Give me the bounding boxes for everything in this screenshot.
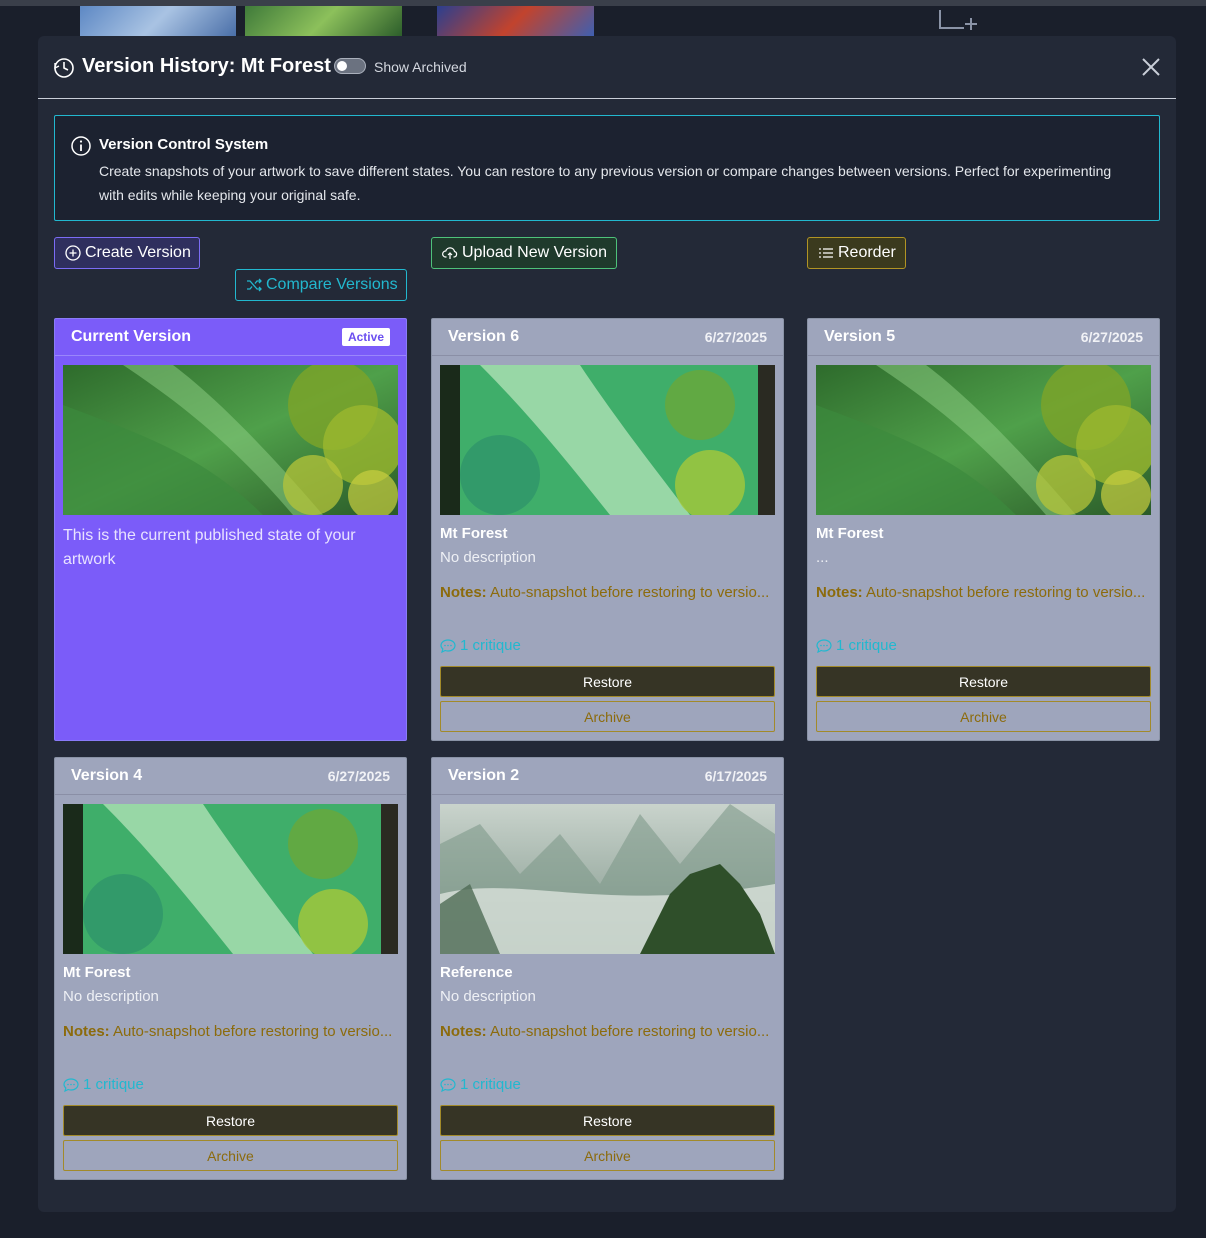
- version-card: Version 2 6/17/2025 Reference No descrip…: [431, 757, 784, 1180]
- version-card: Version 6 6/27/2025 Mt Forest No descrip…: [431, 318, 784, 741]
- version-name: Mt Forest: [63, 964, 131, 981]
- notes-text: Auto-snapshot before restoring to versio…: [490, 584, 770, 601]
- notes-label: Notes:: [816, 584, 863, 601]
- critique-count: 1 critique: [460, 1076, 521, 1093]
- artwork-thumbnail[interactable]: [63, 804, 398, 954]
- chat-bubble-icon: [63, 1077, 79, 1092]
- card-title: Version 6: [448, 328, 520, 345]
- card-title: Version 2: [448, 767, 520, 784]
- shuffle-icon: [247, 278, 262, 292]
- version-card: Version 4 6/27/2025 Mt Forest No descrip…: [54, 757, 407, 1180]
- notes-text: Auto-snapshot before restoring to versio…: [866, 584, 1146, 601]
- card-title: Current Version: [71, 328, 192, 345]
- notes-label: Notes:: [440, 1023, 487, 1040]
- restore-button[interactable]: Restore: [440, 666, 775, 697]
- version-name: Mt Forest: [816, 525, 884, 542]
- reorder-label: Reorder: [838, 244, 896, 261]
- modal-header: Version History: Mt Forest Show Archived: [38, 36, 1176, 99]
- close-icon[interactable]: [1140, 56, 1162, 78]
- card-header: Version 5 6/27/2025: [808, 319, 1159, 356]
- version-description: No description: [440, 549, 536, 566]
- version-description: No description: [63, 988, 159, 1005]
- card-date: 6/27/2025: [1080, 329, 1143, 345]
- active-badge: Active: [341, 328, 390, 346]
- archive-button[interactable]: Archive: [440, 701, 775, 732]
- info-icon: [71, 136, 91, 156]
- create-version-label: Create Version: [85, 244, 191, 261]
- cloud-upload-icon: [442, 247, 458, 259]
- card-header: Version 6 6/27/2025: [432, 319, 783, 356]
- critique-link[interactable]: 1 critique: [63, 1076, 144, 1093]
- toggle-knob: [337, 61, 347, 71]
- chat-bubble-icon: [816, 638, 832, 653]
- version-description: No description: [440, 988, 536, 1005]
- artwork-thumbnail[interactable]: [440, 365, 775, 515]
- gallery-thumbnail[interactable]: [245, 6, 402, 36]
- card-date: 6/27/2025: [327, 768, 390, 784]
- archive-button[interactable]: Archive: [816, 701, 1151, 732]
- restore-button[interactable]: Restore: [440, 1105, 775, 1136]
- version-name: Mt Forest: [440, 525, 508, 542]
- version-name: Reference: [440, 964, 513, 981]
- card-date: 6/17/2025: [704, 768, 767, 784]
- gallery-thumbnail[interactable]: [80, 6, 236, 36]
- archive-button[interactable]: Archive: [440, 1140, 775, 1171]
- version-notes: Notes: Auto-snapshot before restoring to…: [440, 1020, 775, 1044]
- current-version-card: Current Version Active This is the curre…: [54, 318, 407, 741]
- version-notes: Notes: Auto-snapshot before restoring to…: [63, 1020, 398, 1044]
- restore-button[interactable]: Restore: [63, 1105, 398, 1136]
- compare-versions-button[interactable]: Compare Versions: [235, 269, 407, 301]
- upload-new-version-button[interactable]: Upload New Version: [431, 237, 617, 269]
- background-gallery: [0, 6, 1206, 36]
- compare-versions-label: Compare Versions: [266, 276, 398, 293]
- card-title: Version 5: [824, 328, 896, 345]
- card-title: Version 4: [71, 767, 143, 784]
- critique-link[interactable]: 1 critique: [440, 1076, 521, 1093]
- critique-count: 1 critique: [460, 637, 521, 654]
- version-card: Version 5 6/27/2025 Mt Forest ... Notes:…: [807, 318, 1160, 741]
- history-icon: [53, 57, 75, 79]
- artwork-thumbnail[interactable]: [816, 365, 1151, 515]
- notes-text: Auto-snapshot before restoring to versio…: [490, 1023, 770, 1040]
- modal-title: Version History: Mt Forest: [82, 55, 331, 77]
- notes-text: Auto-snapshot before restoring to versio…: [113, 1023, 393, 1040]
- plus-circle-icon: [65, 245, 81, 261]
- version-description: ...: [816, 549, 829, 566]
- chat-bubble-icon: [440, 1077, 456, 1092]
- info-box: Version Control System Create snapshots …: [54, 115, 1160, 221]
- critique-count: 1 critique: [83, 1076, 144, 1093]
- critique-link[interactable]: 1 critique: [440, 637, 521, 654]
- card-date: 6/27/2025: [704, 329, 767, 345]
- version-history-modal: Version History: Mt Forest Show Archived…: [38, 36, 1176, 1212]
- current-description: This is the current published state of y…: [63, 527, 356, 568]
- version-notes: Notes: Auto-snapshot before restoring to…: [440, 581, 775, 605]
- card-header: Version 4 6/27/2025: [55, 758, 406, 795]
- artwork-thumbnail[interactable]: [63, 365, 398, 515]
- info-title: Version Control System: [99, 136, 269, 153]
- list-icon: [819, 248, 833, 258]
- notes-label: Notes:: [440, 584, 487, 601]
- upload-new-version-label: Upload New Version: [462, 244, 607, 261]
- archive-button[interactable]: Archive: [63, 1140, 398, 1171]
- version-notes: Notes: Auto-snapshot before restoring to…: [816, 581, 1151, 605]
- create-version-button[interactable]: Create Version: [54, 237, 200, 269]
- critique-count: 1 critique: [836, 637, 897, 654]
- show-archived-toggle[interactable]: [334, 58, 366, 74]
- notes-label: Notes:: [63, 1023, 110, 1040]
- artwork-thumbnail[interactable]: [440, 804, 775, 954]
- add-image-icon[interactable]: [938, 10, 978, 32]
- info-text: Create snapshots of your artwork to save…: [99, 163, 1112, 203]
- card-header: Version 2 6/17/2025: [432, 758, 783, 795]
- gallery-thumbnail[interactable]: [437, 6, 594, 36]
- critique-link[interactable]: 1 critique: [816, 637, 897, 654]
- chat-bubble-icon: [440, 638, 456, 653]
- show-archived-label: Show Archived: [374, 59, 467, 75]
- restore-button[interactable]: Restore: [816, 666, 1151, 697]
- reorder-button[interactable]: Reorder: [807, 237, 906, 269]
- card-header: Current Version Active: [55, 319, 406, 356]
